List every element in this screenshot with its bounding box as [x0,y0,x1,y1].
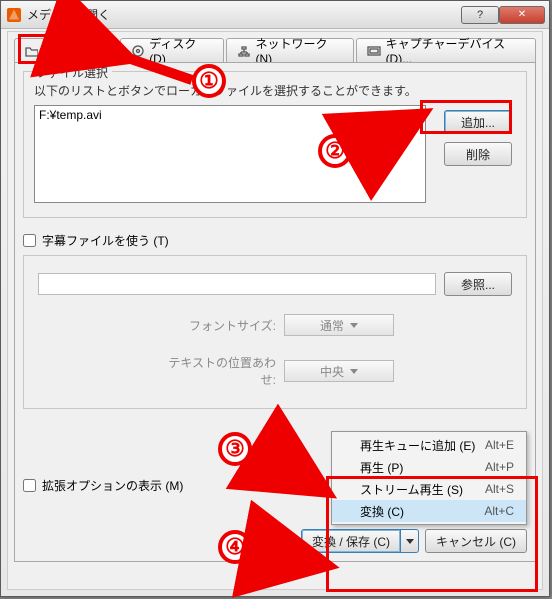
convert-save-dropdown[interactable] [401,529,419,553]
remove-button[interactable]: 削除 [444,142,512,166]
subtitle-check-label: 字幕ファイルを使う (T) [42,232,169,249]
subtitle-path-row: 参照... [38,272,512,296]
titlebar: メディアを開く ? [1,1,549,29]
window-title: メディアを開く [27,6,110,23]
chevron-down-icon [350,323,358,328]
chevron-down-icon [350,369,358,374]
window-controls: ? [461,6,545,24]
folder-icon [25,44,38,58]
action-menu: 再生キューに追加 (E)Alt+E 再生 (P)Alt+P ストリーム再生 (S… [331,431,527,525]
dialog-footer: 変換 / 保存 (C) キャンセル (C) [23,529,527,553]
vlc-icon [7,8,21,22]
file-list-item[interactable]: F:¥temp.avi [39,108,421,122]
tab-panel-file: ファイル選択 以下のリストとボタンでローカルファイルを選択することができます。 … [14,62,536,562]
text-align-select[interactable]: 中央 [284,360,394,382]
advanced-check-label: 拡張オプションの表示 (M) [42,477,183,494]
convert-save-split-button: 変換 / 保存 (C) [301,529,419,553]
subtitle-browse-button[interactable]: 参照... [444,272,512,296]
tab-capture[interactable]: キャプチャーデバイス(D)... [356,38,536,62]
cancel-button[interactable]: キャンセル (C) [425,529,527,553]
help-button[interactable]: ? [461,6,499,24]
subtitle-checkbox[interactable] [23,234,36,247]
tab-strip: ファイル (F) ディスク (D) ネットワーク (N) キャプチャーデバイス(… [8,32,542,62]
file-group-hint: 以下のリストとボタンでローカルファイルを選択することができます。 [34,82,426,99]
advanced-checkbox[interactable] [23,479,36,492]
file-group-legend: ファイル選択 [32,64,112,81]
disc-icon [131,44,144,58]
tab-file[interactable]: ファイル (F) [14,38,118,62]
tab-network[interactable]: ネットワーク (N) [226,38,354,62]
convert-save-button[interactable]: 変換 / 保存 (C) [301,529,401,553]
subtitle-path-input[interactable] [38,273,436,295]
menu-item-play[interactable]: 再生 (P)Alt+P [332,456,526,478]
font-size-select[interactable]: 通常 [284,314,394,336]
file-select-group: ファイル選択 以下のリストとボタンでローカルファイルを選択することができます。 … [23,71,527,218]
text-align-row: テキストの位置あわせ: 中央 [38,354,512,388]
capture-icon [367,44,380,58]
subtitle-check-row[interactable]: 字幕ファイルを使う (T) [23,232,527,249]
chevron-down-icon [406,539,414,544]
font-size-label: フォントサイズ: [156,317,276,334]
subtitle-group: 参照... フォントサイズ: 通常 テキストの位置あわせ: 中央 [23,255,527,409]
tab-disc[interactable]: ディスク (D) [120,38,224,62]
file-side-buttons: 追加... 削除 [444,110,512,166]
add-button[interactable]: 追加... [444,110,512,134]
text-align-label: テキストの位置あわせ: [156,354,276,388]
close-button[interactable] [499,6,545,24]
font-size-row: フォントサイズ: 通常 [38,314,512,336]
network-icon [237,44,250,58]
menu-item-stream[interactable]: ストリーム再生 (S)Alt+S [332,478,526,500]
file-list[interactable]: F:¥temp.avi [34,105,426,203]
menu-item-convert[interactable]: 変換 (C)Alt+C [332,500,526,522]
dialog-window: メディアを開く ? ファイル (F) ディスク (D) ネットワーク (N) キ… [0,0,550,597]
client-area: ファイル (F) ディスク (D) ネットワーク (N) キャプチャーデバイス(… [7,31,543,590]
menu-item-enqueue[interactable]: 再生キューに追加 (E)Alt+E [332,434,526,456]
